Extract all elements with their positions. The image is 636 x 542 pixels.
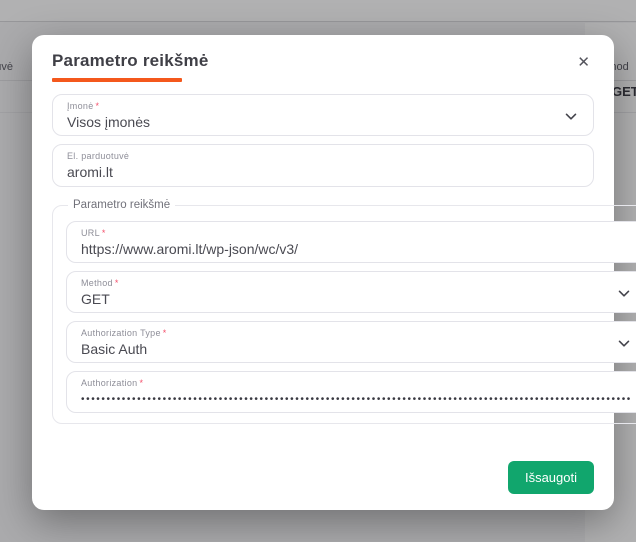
company-value: Visos įmonės — [67, 113, 579, 131]
auth-type-select[interactable]: Authorization Type* Basic Auth — [66, 321, 636, 363]
method-value: GET — [81, 290, 632, 308]
shop-label: El. parduotuvė — [67, 151, 579, 162]
parameter-value-modal: Parametro reikšmė ✕ Įmonė* Visos įmonės … — [32, 35, 614, 510]
modal-title: Parametro reikšmė — [52, 51, 209, 71]
auth-type-value: Basic Auth — [81, 340, 632, 358]
save-button[interactable]: Išsaugoti — [508, 461, 594, 494]
modal-header: Parametro reikšmė ✕ — [52, 51, 594, 72]
url-label: URL* — [81, 228, 632, 239]
chevron-down-icon — [618, 335, 630, 353]
authorization-value: ••••••••••••••••••••••••••••••••••••••••… — [81, 393, 632, 407]
shop-value: aromi.lt — [67, 163, 579, 181]
url-value: https://www.aromi.lt/wp-json/wc/v3/ — [81, 240, 632, 258]
required-asterisk: * — [139, 378, 143, 388]
close-button[interactable]: ✕ — [573, 53, 594, 72]
required-asterisk: * — [115, 278, 119, 288]
chevron-down-icon — [565, 108, 577, 126]
shop-input[interactable]: El. parduotuvė aromi.lt — [52, 144, 594, 187]
authorization-label: Authorization* — [81, 378, 632, 389]
url-input[interactable]: URL* https://www.aromi.lt/wp-json/wc/v3/ — [66, 221, 636, 263]
param-fieldset: Parametro reikšmė URL* https://www.aromi… — [52, 199, 636, 424]
param-legend: Parametro reikšmė — [68, 199, 175, 211]
auth-type-label: Authorization Type* — [81, 328, 632, 339]
authorization-input[interactable]: Authorization* •••••••••••••••••••••••••… — [66, 371, 636, 413]
required-asterisk: * — [96, 101, 100, 111]
method-label: Method* — [81, 278, 632, 289]
title-accent-bar — [52, 78, 182, 82]
modal-actions: Išsaugoti — [52, 461, 594, 494]
close-icon: ✕ — [577, 54, 590, 71]
chevron-down-icon — [618, 285, 630, 303]
method-select[interactable]: Method* GET — [66, 271, 636, 313]
required-asterisk: * — [163, 328, 167, 338]
company-label: Įmonė* — [67, 101, 579, 112]
required-asterisk: * — [102, 228, 106, 238]
company-select[interactable]: Įmonė* Visos įmonės — [52, 94, 594, 136]
